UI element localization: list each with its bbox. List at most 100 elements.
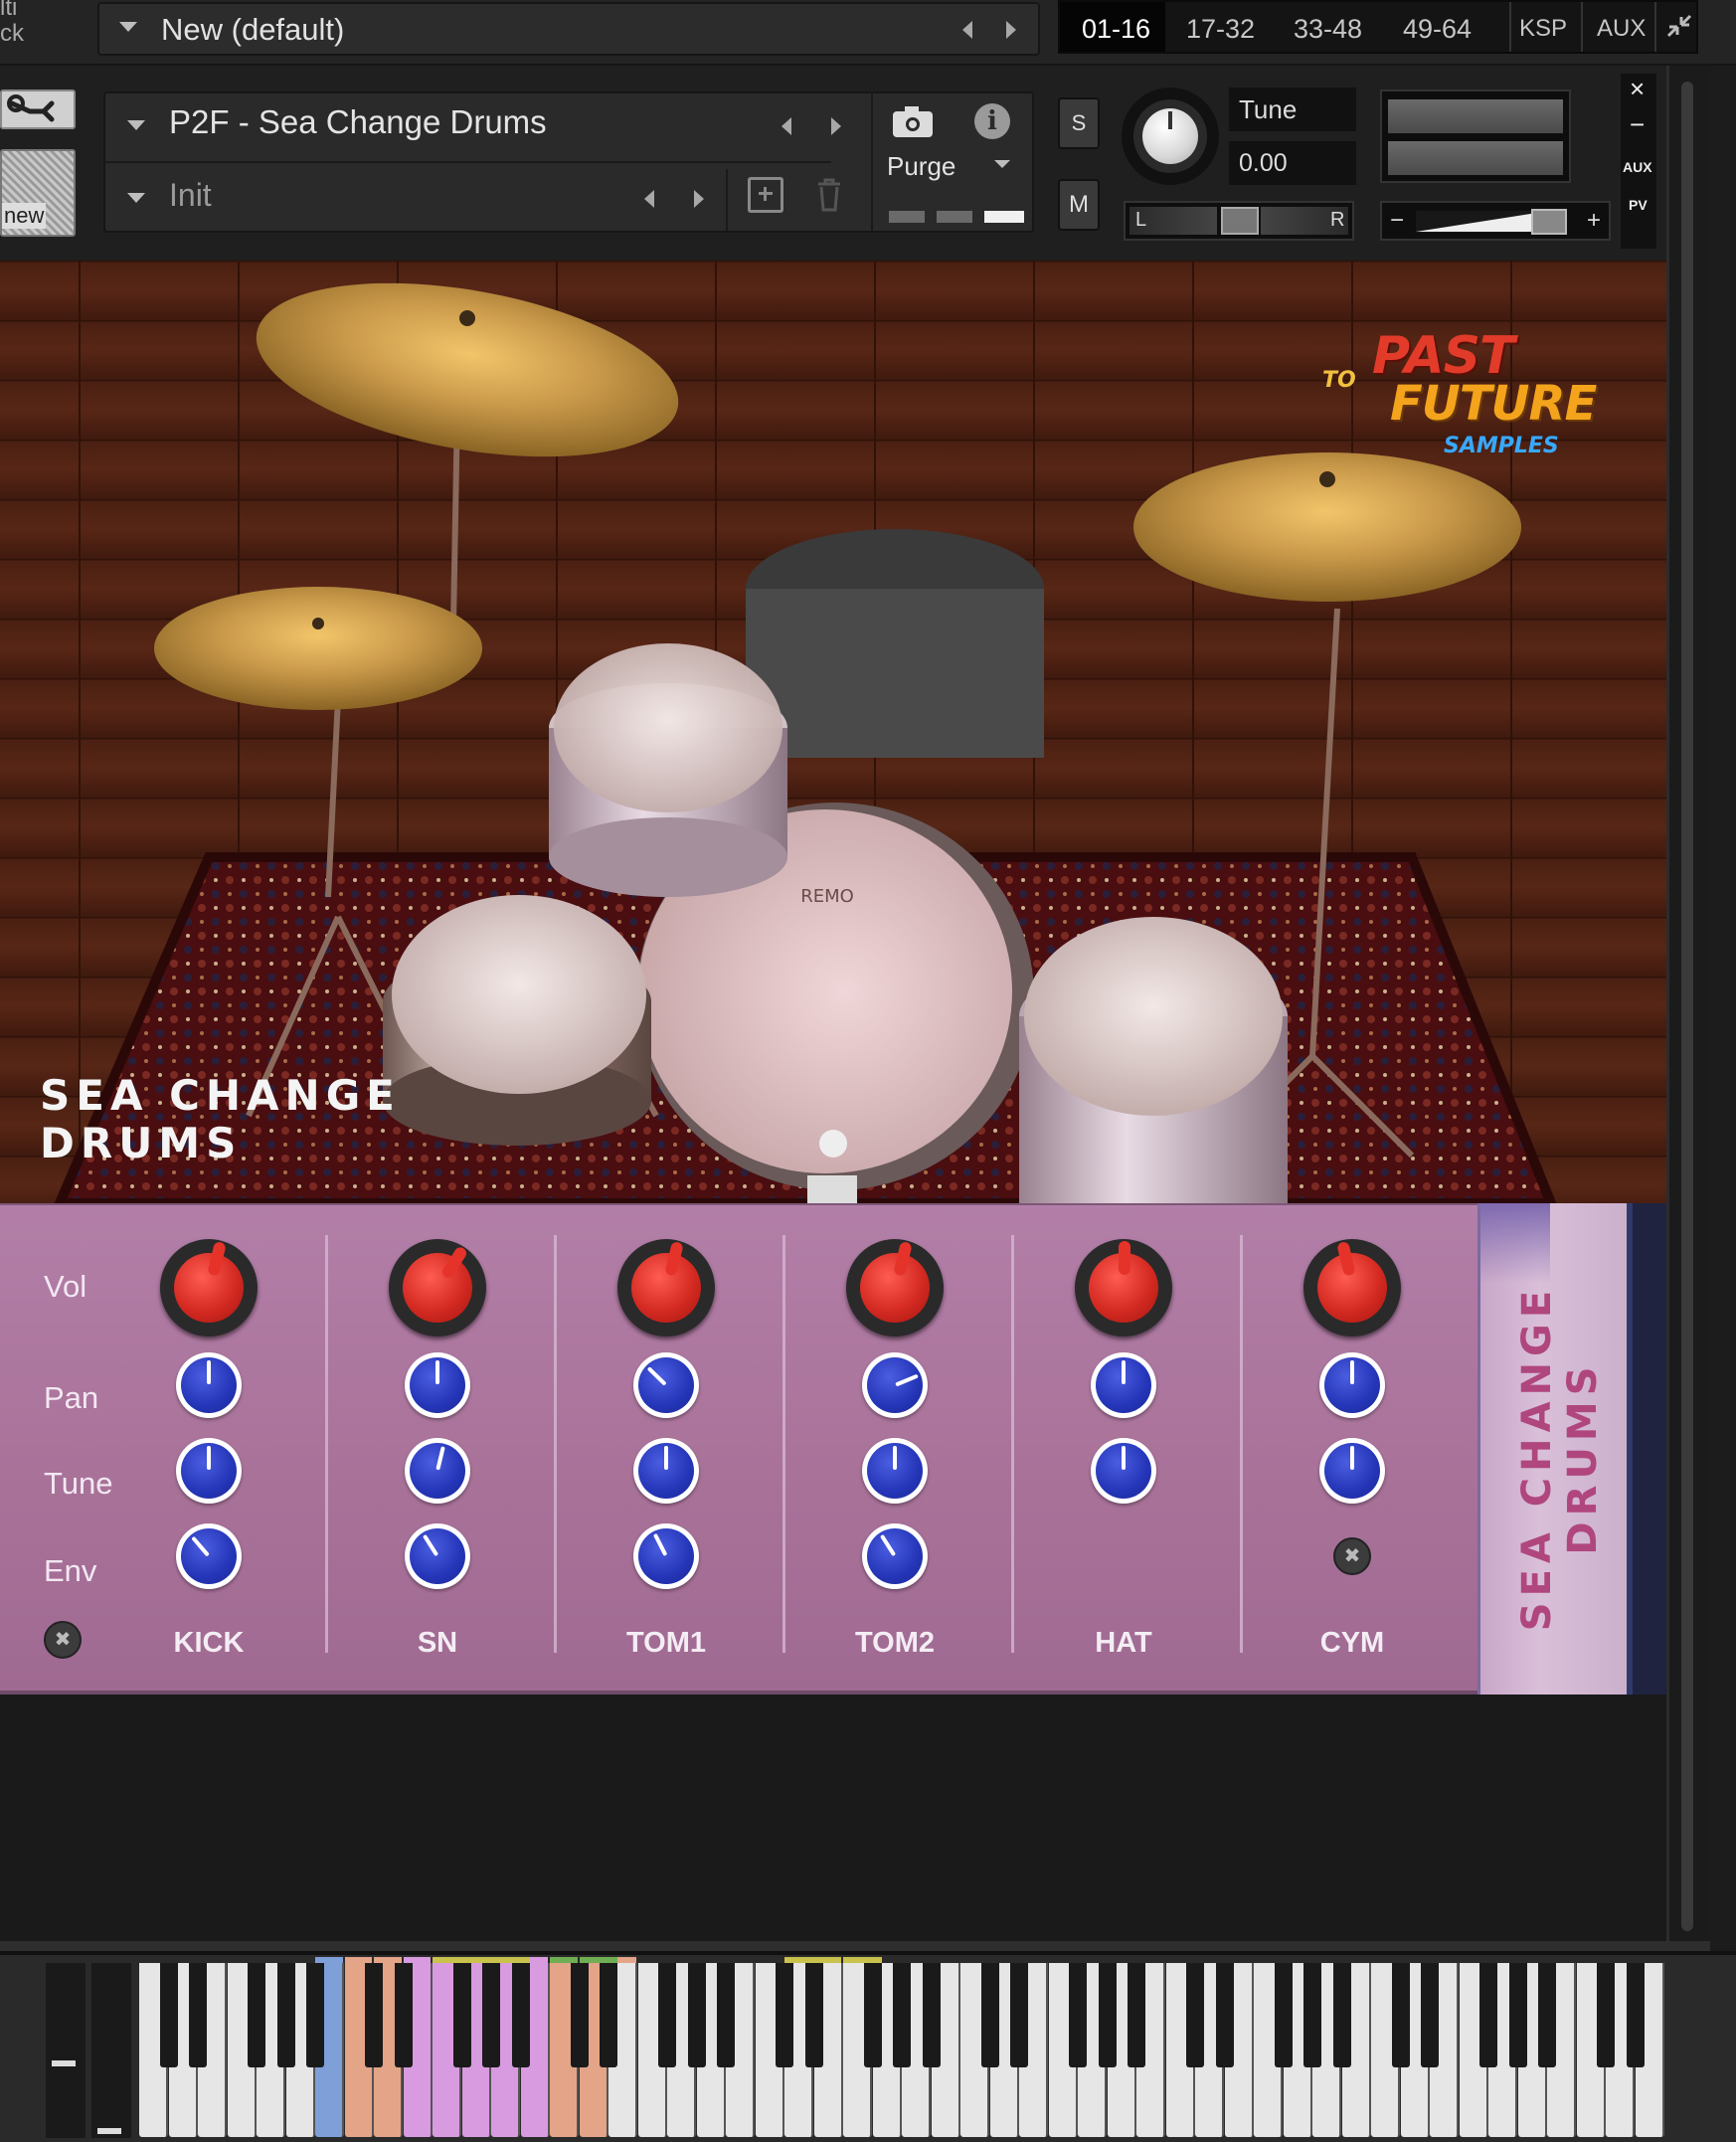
piano-black-key[interactable] — [893, 1963, 911, 2067]
piano-black-key[interactable] — [1421, 1963, 1439, 2067]
vol-knob-sn[interactable] — [389, 1239, 486, 1337]
pan-knob-cym[interactable] — [1319, 1352, 1385, 1418]
pv-button[interactable]: PV — [1629, 197, 1648, 213]
pan-knob-sn[interactable] — [405, 1352, 470, 1418]
tune-knob-tom1[interactable] — [633, 1438, 699, 1504]
aux-button[interactable]: AUX — [1623, 159, 1652, 175]
piano-black-key[interactable] — [482, 1963, 500, 2067]
tune-knob-cym[interactable] — [1319, 1438, 1385, 1504]
piano-black-key[interactable] — [394, 1963, 413, 2067]
rack-scrollbar[interactable] — [1666, 66, 1710, 1945]
snapshot-name[interactable]: Init — [169, 177, 212, 214]
piano-black-key[interactable] — [600, 1963, 617, 2067]
piano-black-key[interactable] — [1626, 1963, 1645, 2067]
piano-black-key[interactable] — [570, 1963, 589, 2067]
pitch-wheel[interactable] — [46, 1963, 86, 2138]
env-knob-tom2[interactable] — [862, 1523, 928, 1589]
piano-black-key[interactable] — [1479, 1963, 1497, 2067]
piano-black-key[interactable] — [1391, 1963, 1410, 2067]
solo-button[interactable]: S — [1058, 97, 1100, 149]
pan-handle[interactable] — [1221, 207, 1259, 235]
scrollbar-thumb[interactable] — [1681, 82, 1693, 1931]
piano-black-key[interactable] — [306, 1963, 324, 2067]
piano-black-key[interactable] — [452, 1963, 471, 2067]
instrument-name[interactable]: P2F - Sea Change Drums — [169, 103, 547, 141]
tune-knob-sn[interactable] — [405, 1438, 470, 1504]
prev-snapshot-icon[interactable] — [644, 190, 654, 208]
next-preset-icon[interactable] — [1006, 21, 1016, 39]
piano-black-key[interactable] — [189, 1963, 207, 2067]
piano-black-key[interactable] — [248, 1963, 265, 2067]
tune-knob-tom2[interactable] — [862, 1438, 928, 1504]
snapshot-menu-arrow-icon[interactable] — [127, 193, 145, 203]
piano-black-key[interactable] — [1215, 1963, 1234, 2067]
tab-33-48[interactable]: 33-48 — [1294, 14, 1362, 45]
piano-black-key[interactable] — [159, 1963, 178, 2067]
collapse-icon[interactable] — [1660, 6, 1698, 48]
piano-black-key[interactable] — [1274, 1963, 1293, 2067]
piano-black-key[interactable] — [687, 1963, 706, 2067]
env-knob-kick[interactable] — [176, 1523, 242, 1589]
volume-plus[interactable]: + — [1587, 207, 1601, 235]
piano-black-key[interactable] — [658, 1963, 676, 2067]
piano-black-key[interactable] — [1186, 1963, 1204, 2067]
prev-instrument-icon[interactable] — [781, 117, 791, 135]
vol-knob-hat[interactable] — [1075, 1239, 1172, 1337]
tune-value-box[interactable]: 0.00 — [1229, 141, 1356, 185]
minimize-icon[interactable]: − — [1630, 109, 1645, 140]
pan-knob-tom1[interactable] — [633, 1352, 699, 1418]
pan-knob-hat[interactable] — [1091, 1352, 1156, 1418]
tune-knob-kick[interactable] — [176, 1438, 242, 1504]
piano-black-key[interactable] — [776, 1963, 793, 2067]
mod-wheel[interactable] — [91, 1963, 131, 2138]
env-knob-sn[interactable] — [405, 1523, 470, 1589]
piano-black-key[interactable] — [1332, 1963, 1351, 2067]
delete-snapshot-icon[interactable] — [815, 177, 843, 213]
tune-knob[interactable] — [1122, 88, 1219, 185]
piano-black-key[interactable] — [804, 1963, 823, 2067]
tune-knob-hat[interactable] — [1091, 1438, 1156, 1504]
dropdown-arrow-icon[interactable] — [119, 22, 137, 32]
instrument-icon[interactable]: new — [0, 149, 76, 237]
pan-knob-tom2[interactable] — [862, 1352, 928, 1418]
camera-icon[interactable] — [889, 101, 937, 143]
next-instrument-icon[interactable] — [831, 117, 841, 135]
save-snapshot-icon[interactable] — [748, 177, 783, 213]
piano-black-key[interactable] — [922, 1963, 941, 2067]
env-knob-tom1[interactable] — [633, 1523, 699, 1589]
tab-ksp[interactable]: KSP — [1519, 15, 1567, 43]
pan-knob-kick[interactable] — [176, 1352, 242, 1418]
piano-black-key[interactable] — [1010, 1963, 1028, 2067]
tab-49-64[interactable]: 49-64 — [1403, 14, 1472, 45]
vol-knob-kick[interactable] — [160, 1239, 258, 1337]
reset-icon[interactable]: ✖ — [44, 1621, 82, 1659]
piano-black-key[interactable] — [980, 1963, 999, 2067]
piano-black-key[interactable] — [1128, 1963, 1145, 2067]
tab-aux[interactable]: AUX — [1597, 15, 1646, 43]
purge-label[interactable]: Purge — [887, 151, 955, 182]
multi-preset-selector[interactable]: New (default) — [97, 2, 1040, 56]
volume-minus[interactable]: − — [1390, 207, 1404, 235]
piano-black-key[interactable] — [365, 1963, 383, 2067]
piano-black-key[interactable] — [717, 1963, 735, 2067]
vol-knob-tom1[interactable] — [617, 1239, 715, 1337]
cym-env-toggle-icon[interactable]: ✖ — [1333, 1537, 1371, 1575]
prev-preset-icon[interactable] — [962, 21, 972, 39]
piano-black-key[interactable] — [276, 1963, 295, 2067]
close-icon[interactable]: × — [1630, 74, 1645, 104]
piano-black-key[interactable] — [1538, 1963, 1556, 2067]
volume-handle[interactable] — [1531, 209, 1567, 235]
wrench-button[interactable] — [0, 89, 76, 129]
mute-button[interactable]: M — [1058, 179, 1100, 231]
tab-01-16[interactable]: 01-16 — [1082, 14, 1150, 45]
volume-slider[interactable]: − + — [1380, 201, 1611, 241]
piano-black-key[interactable] — [1303, 1963, 1321, 2067]
instrument-menu-arrow-icon[interactable] — [127, 120, 145, 130]
tab-17-32[interactable]: 17-32 — [1186, 14, 1255, 45]
next-snapshot-icon[interactable] — [694, 190, 704, 208]
piano-black-key[interactable] — [1508, 1963, 1527, 2067]
vol-knob-cym[interactable] — [1303, 1239, 1401, 1337]
piano-black-key[interactable] — [863, 1963, 882, 2067]
purge-menu-arrow-icon[interactable] — [994, 160, 1010, 168]
pan-slider[interactable]: L R — [1124, 201, 1354, 241]
